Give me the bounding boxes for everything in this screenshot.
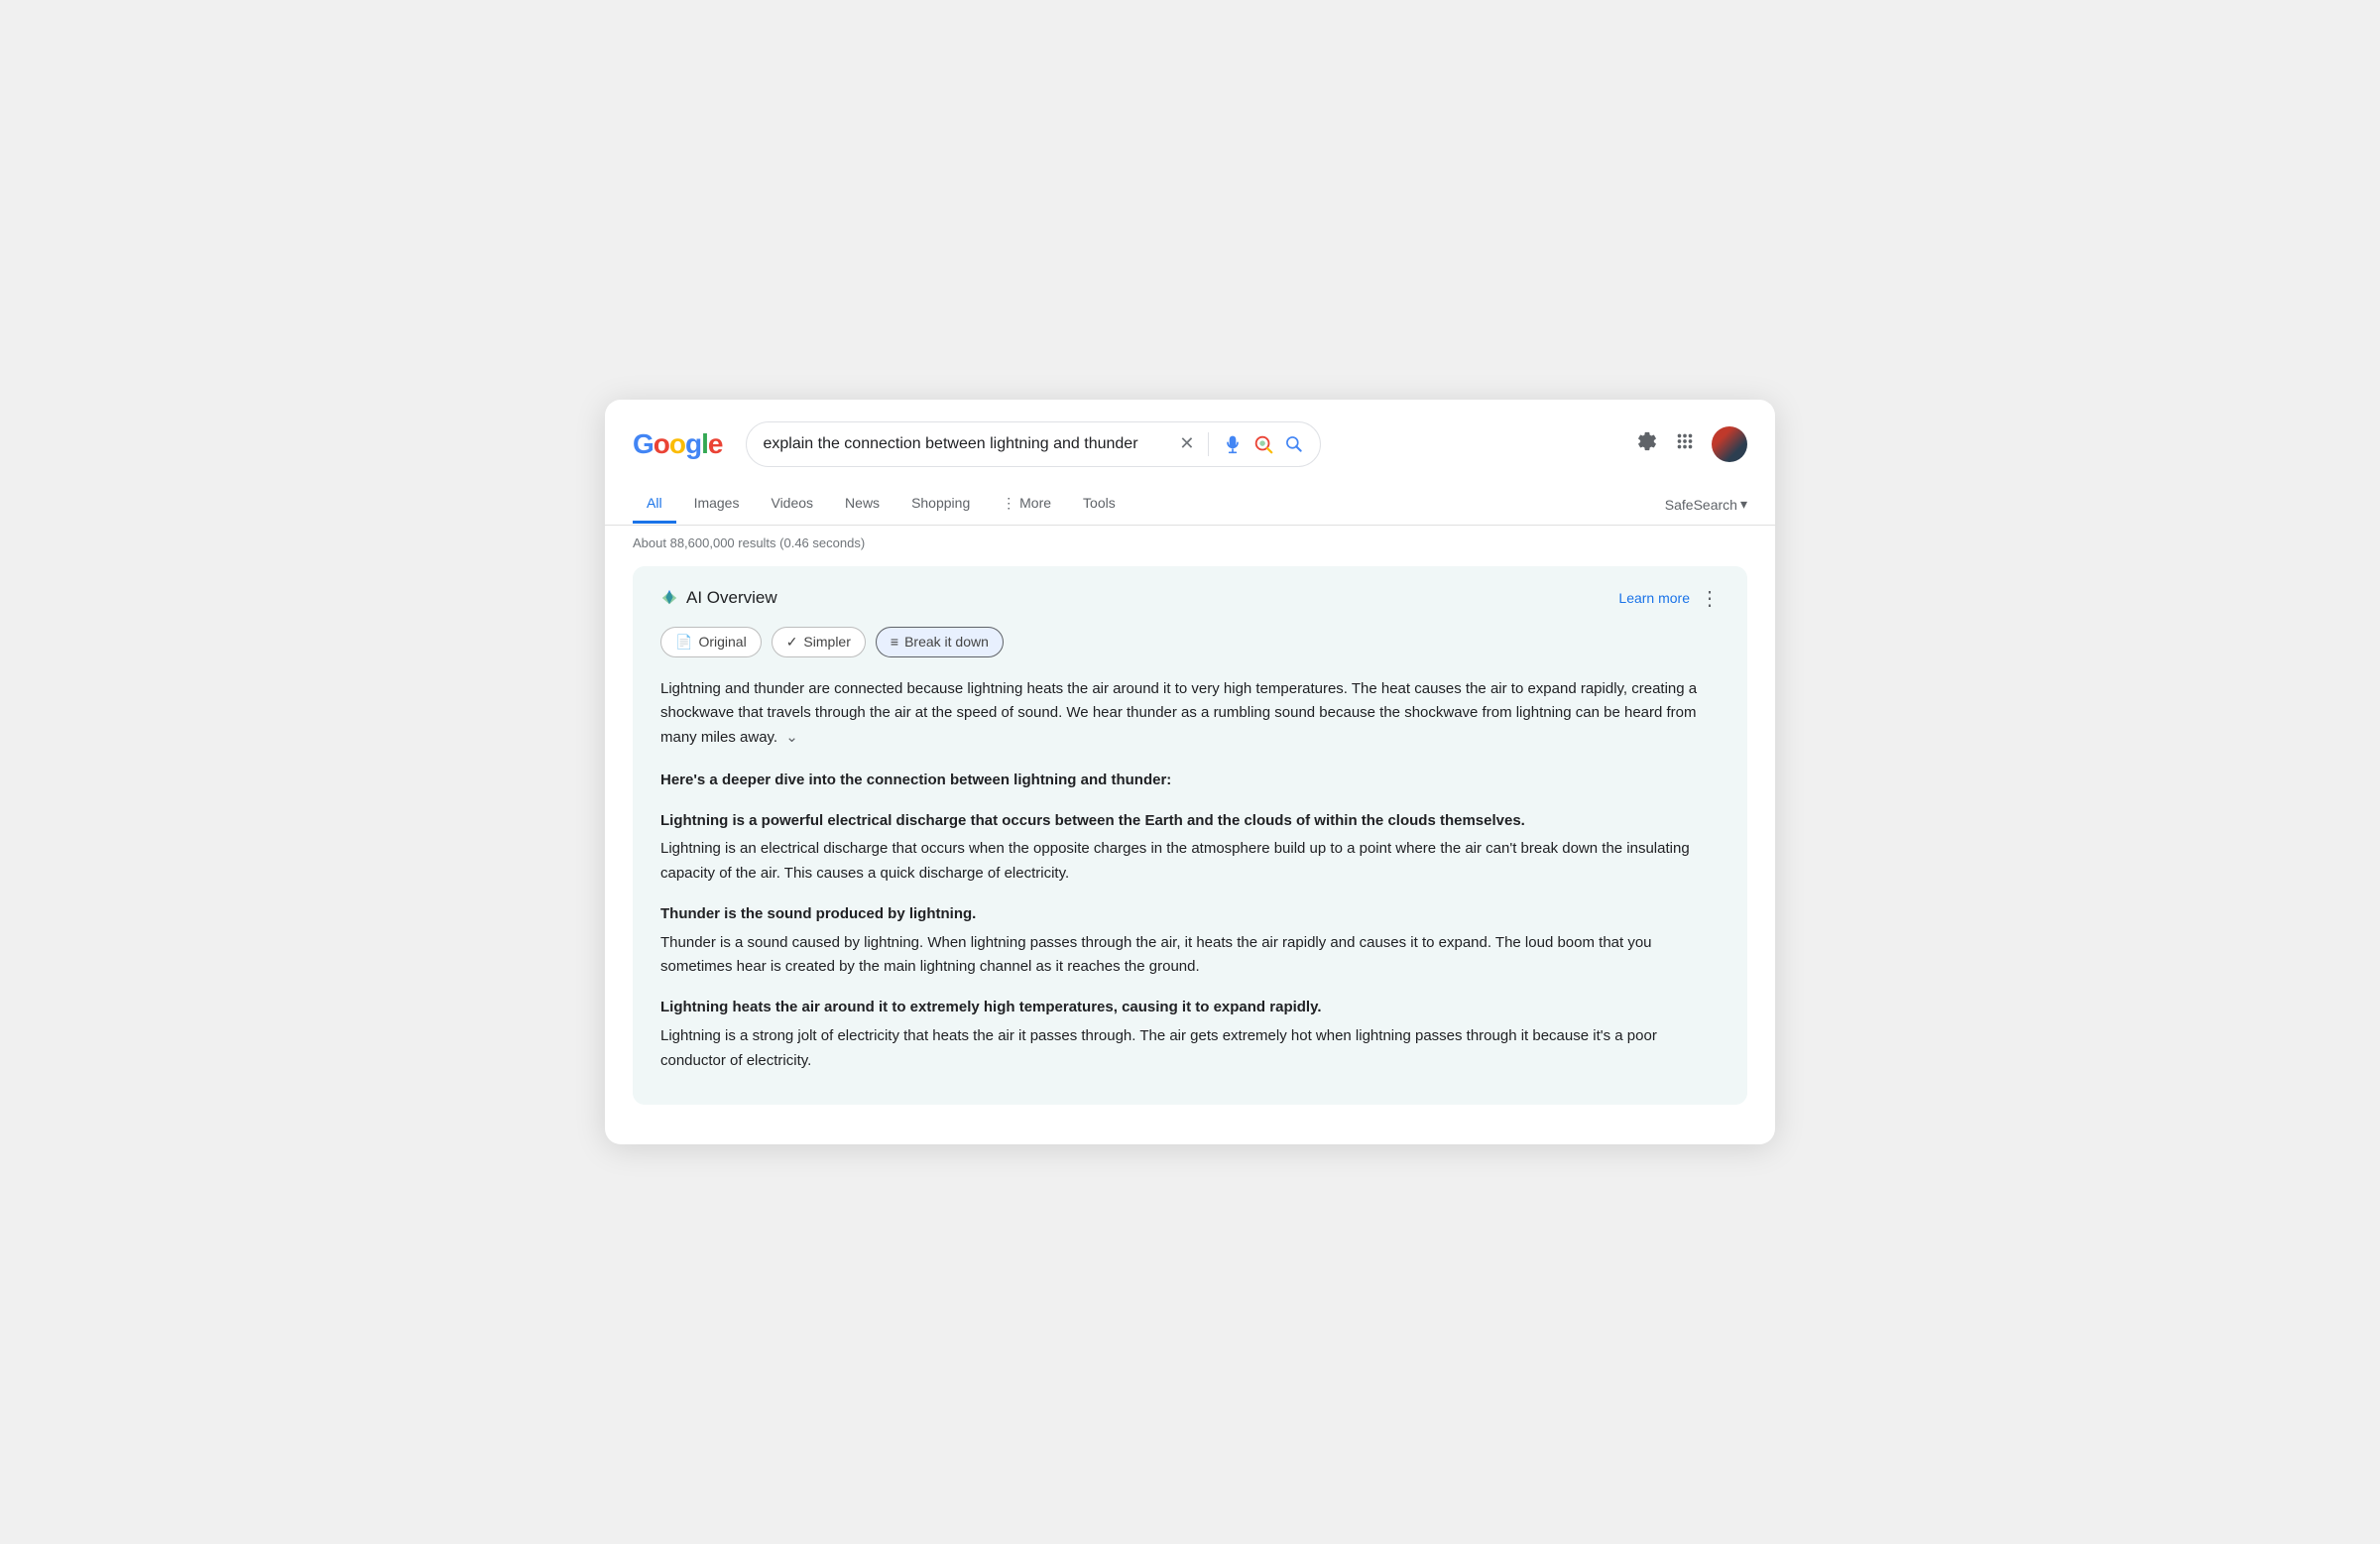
expand-arrow[interactable]: ⌄: [785, 726, 798, 751]
logo-letter-l: l: [701, 428, 708, 460]
avatar[interactable]: [1712, 426, 1747, 462]
learn-more-link[interactable]: Learn more: [1618, 590, 1690, 606]
mode-pills: 📄 Original ✓ Simpler ≡ Break it down: [660, 627, 1720, 657]
logo-letter-g2: g: [685, 428, 701, 460]
header-right: [1636, 426, 1747, 462]
clear-icon[interactable]: ✕: [1179, 433, 1194, 454]
ai-subsection-title-1: Lightning is a powerful electrical disch…: [660, 809, 1720, 834]
google-logo[interactable]: Google: [633, 428, 722, 460]
ai-title-text: AI Overview: [686, 588, 777, 608]
search-bar: ✕: [746, 421, 1321, 467]
pill-breakdown-label: Break it down: [904, 634, 989, 650]
pill-original-icon: 📄: [675, 634, 692, 651]
tab-images[interactable]: Images: [680, 485, 754, 524]
lens-icon[interactable]: [1252, 433, 1274, 455]
pill-simpler[interactable]: ✓ Simpler: [772, 627, 866, 657]
pill-simpler-label: Simpler: [803, 634, 850, 650]
safesearch-arrow: ▾: [1740, 496, 1747, 513]
logo-letter-o1: o: [654, 428, 669, 460]
header: Google ✕: [605, 400, 1775, 485]
ai-title: AI Overview: [660, 588, 777, 608]
safesearch-label: SafeSearch: [1665, 497, 1737, 513]
ai-subsection-title-3: Lightning heats the air around it to ext…: [660, 996, 1720, 1020]
browser-window: Google ✕: [605, 400, 1775, 1145]
search-input[interactable]: [763, 435, 1169, 453]
ai-overview-panel: AI Overview Learn more ⋮ 📄 Original ✓ Si…: [633, 566, 1747, 1106]
ai-more-icon[interactable]: ⋮: [1700, 586, 1720, 611]
logo-letter-e: e: [708, 428, 723, 460]
nav-tabs: All Images Videos News Shopping ⋮ More T…: [605, 485, 1775, 526]
results-count: About 88,600,000 results (0.46 seconds): [605, 526, 1775, 558]
tab-videos[interactable]: Videos: [757, 485, 827, 524]
ai-subsection-title-2: Thunder is the sound produced by lightni…: [660, 902, 1720, 927]
apps-icon[interactable]: [1674, 430, 1696, 458]
ai-panel-header: AI Overview Learn more ⋮: [660, 586, 1720, 611]
pill-breakdown[interactable]: ≡ Break it down: [876, 627, 1004, 657]
logo-letter-o2: o: [669, 428, 685, 460]
ai-diamond-icon: [660, 589, 678, 607]
pill-original-label: Original: [698, 634, 746, 650]
search-divider: [1208, 432, 1209, 456]
ai-section-title: Here's a deeper dive into the connection…: [660, 769, 1720, 793]
ai-content: Lightning and thunder are connected beca…: [660, 677, 1720, 1074]
tab-tools[interactable]: Tools: [1069, 485, 1130, 524]
ai-intro-text: Lightning and thunder are connected beca…: [660, 677, 1720, 751]
mic-icon[interactable]: [1223, 434, 1243, 454]
tab-shopping[interactable]: Shopping: [897, 485, 984, 524]
settings-icon[interactable]: [1636, 430, 1658, 458]
tab-more[interactable]: ⋮ More: [988, 485, 1065, 525]
tab-all[interactable]: All: [633, 485, 676, 524]
ai-subsection-body-3: Lightning is a strong jolt of electricit…: [660, 1024, 1720, 1074]
pill-simpler-icon: ✓: [786, 634, 798, 651]
ai-subsection-body-1: Lightning is an electrical discharge tha…: [660, 837, 1720, 887]
tab-news[interactable]: News: [831, 485, 893, 524]
pill-original[interactable]: 📄 Original: [660, 627, 762, 657]
logo-letter-g: G: [633, 428, 654, 460]
safesearch-control[interactable]: SafeSearch ▾: [1665, 496, 1747, 513]
pill-breakdown-icon: ≡: [891, 634, 898, 650]
search-button[interactable]: [1284, 434, 1304, 454]
ai-subsection-body-2: Thunder is a sound caused by lightning. …: [660, 931, 1720, 981]
